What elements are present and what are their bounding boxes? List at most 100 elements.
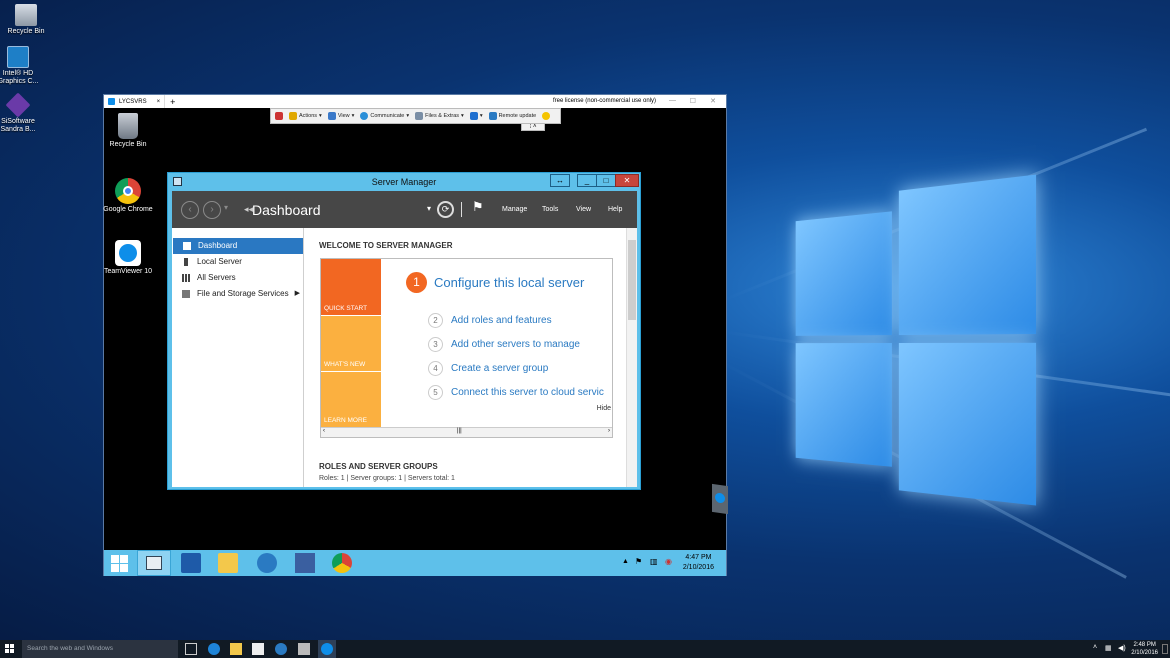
taskbar-teamviewer[interactable]	[318, 640, 336, 658]
nav-item-local-server[interactable]: Local Server	[172, 254, 303, 270]
remote-desktop-icon-teamviewer[interactable]: TeamViewer 10	[103, 240, 153, 276]
step-number: 1	[406, 272, 427, 293]
step-number: 3	[428, 337, 443, 352]
scroll-left-icon[interactable]: ‹	[323, 428, 325, 434]
scroll-right-icon[interactable]: ›	[608, 428, 610, 434]
smiley-icon[interactable]	[542, 112, 550, 120]
tray-expand-icon[interactable]: ▲	[622, 558, 629, 565]
internet-explorer-icon[interactable]	[257, 553, 277, 573]
scroll-thumb[interactable]	[628, 240, 636, 320]
minimize-icon[interactable]: _	[577, 174, 597, 187]
powershell-icon[interactable]	[181, 553, 201, 573]
store-icon[interactable]	[252, 643, 264, 655]
refresh-icon[interactable]: ⟳	[437, 201, 454, 218]
step-link[interactable]: Connect this server to cloud servic	[451, 387, 604, 398]
desktop-icon-intel-graphics[interactable]: Intel® HD Graphics C...	[0, 46, 44, 86]
maximize-icon[interactable]: ☐	[690, 97, 696, 105]
action-center-flag-icon[interactable]: ⚑	[635, 557, 642, 566]
taskbar-server-manager[interactable]	[137, 550, 171, 576]
minimize-icon[interactable]: —	[669, 97, 676, 104]
scroll-thumb[interactable]: |||	[457, 428, 462, 434]
dropdown-chevron-icon[interactable]: ▾	[427, 204, 431, 213]
tile-quick-start[interactable]: QUICK START	[321, 259, 381, 315]
nav-item-file-storage[interactable]: File and Storage Services ▶	[172, 286, 303, 302]
view-menu[interactable]: View ▾	[328, 112, 355, 120]
hide-link[interactable]: Hide	[597, 405, 611, 412]
step-add-servers[interactable]: 3 Add other servers to manage	[428, 337, 580, 352]
network-icon[interactable]: ▦	[1105, 644, 1112, 652]
internet-explorer-icon[interactable]	[275, 643, 287, 655]
restore-icon[interactable]: ↔	[550, 174, 570, 187]
teamviewer-tab[interactable]: LYCSVRS ×	[104, 95, 165, 108]
teamviewer-side-widget[interactable]	[712, 484, 728, 514]
desktop-icon-recycle-bin[interactable]: Recycle Bin	[0, 4, 52, 36]
step-link[interactable]: Configure this local server	[434, 275, 584, 290]
nav-item-all-servers[interactable]: All Servers	[172, 270, 303, 286]
chevron-down-icon[interactable]: ▾	[224, 203, 228, 212]
windows-menu[interactable]: ▾	[470, 112, 483, 120]
toolbar-collapse-button[interactable]: ⁝ ˄	[521, 123, 545, 131]
step-connect-cloud[interactable]: 5 Connect this server to cloud servic	[428, 385, 604, 400]
toolbar-label: Communicate	[370, 113, 404, 119]
new-tab-button[interactable]: +	[165, 97, 180, 107]
menu-tools[interactable]: Tools	[542, 206, 558, 213]
tile-learn-more[interactable]: LEARN MORE	[321, 372, 381, 427]
step-link[interactable]: Create a server group	[451, 363, 548, 374]
teamviewer-tray-icon[interactable]: ◉	[665, 557, 672, 566]
step-number: 4	[428, 361, 443, 376]
maximize-icon[interactable]: □	[596, 174, 616, 187]
files-icon	[415, 112, 423, 120]
menu-manage[interactable]: Manage	[502, 206, 527, 213]
host-clock[interactable]: 2:48 PM 2/10/2016	[1131, 641, 1158, 657]
nav-item-dashboard[interactable]: Dashboard	[173, 238, 303, 254]
close-icon[interactable]: ✕	[615, 174, 639, 187]
welcome-heading: WELCOME TO SERVER MANAGER	[319, 241, 453, 250]
vertical-scrollbar[interactable]	[626, 228, 637, 487]
remote-clock[interactable]: 4:47 PM 2/10/2016	[683, 553, 714, 573]
volume-icon[interactable]: ◀)	[1118, 644, 1126, 652]
network-icon[interactable]: ▥	[650, 557, 658, 566]
notifications-icon[interactable]	[1162, 644, 1168, 654]
devices-icon[interactable]	[298, 643, 310, 655]
menu-help[interactable]: Help	[608, 206, 622, 213]
close-tab-button[interactable]: ×	[157, 99, 161, 105]
desktop-icon-sisoftware-sandra[interactable]: SiSoftware Sandra B...	[0, 94, 44, 134]
remote-desktop-icon[interactable]	[295, 553, 315, 573]
file-explorer-icon[interactable]	[230, 643, 242, 655]
chevron-right-icon[interactable]: ▶	[295, 286, 300, 302]
step-add-roles[interactable]: 2 Add roles and features	[428, 313, 552, 328]
task-view-icon[interactable]	[185, 643, 197, 655]
tray-expand-icon[interactable]: ˄	[1093, 644, 1097, 651]
remote-desktop-icon-recycle-bin[interactable]: Recycle Bin	[103, 113, 153, 149]
forward-icon[interactable]: ›	[203, 201, 221, 219]
nav-item-label: All Servers	[197, 273, 236, 282]
edge-icon[interactable]	[208, 643, 220, 655]
step-configure-local-server[interactable]: 1 Configure this local server	[406, 272, 584, 293]
files-extras-menu[interactable]: Files & Extras ▾	[415, 112, 464, 120]
start-button[interactable]	[5, 644, 14, 653]
notifications-flag-icon[interactable]: ⚑	[472, 199, 484, 215]
remote-desktop-icon-chrome[interactable]: Google Chrome	[103, 178, 153, 214]
step-link[interactable]: Add roles and features	[451, 315, 552, 326]
step-number: 2	[428, 313, 443, 328]
roles-summary: Roles: 1 | Server groups: 1 | Servers to…	[319, 475, 455, 482]
file-explorer-icon[interactable]	[218, 553, 238, 573]
tile-whats-new[interactable]: WHAT'S NEW	[321, 316, 381, 371]
actions-menu[interactable]: Actions ▾	[289, 112, 322, 120]
recycle-bin-icon	[15, 4, 37, 26]
start-button[interactable]	[109, 553, 129, 573]
search-input[interactable]: Search the web and Windows	[22, 640, 178, 658]
lightning-icon	[289, 112, 297, 120]
menu-view[interactable]: View	[576, 206, 591, 213]
close-session-icon[interactable]	[275, 112, 283, 120]
step-create-group[interactable]: 4 Create a server group	[428, 361, 548, 376]
window-title: Server Manager	[372, 177, 437, 187]
toolbar-label: Actions	[299, 113, 317, 119]
remote-update-button[interactable]: Remote update	[489, 112, 537, 120]
horizontal-scrollbar[interactable]: ‹ ||| ›	[321, 427, 612, 437]
communicate-menu[interactable]: Communicate ▾	[360, 112, 409, 120]
back-icon[interactable]: ‹	[181, 201, 199, 219]
chrome-icon[interactable]	[332, 553, 352, 573]
step-link[interactable]: Add other servers to manage	[451, 339, 580, 350]
close-icon[interactable]: ✕	[710, 97, 716, 105]
